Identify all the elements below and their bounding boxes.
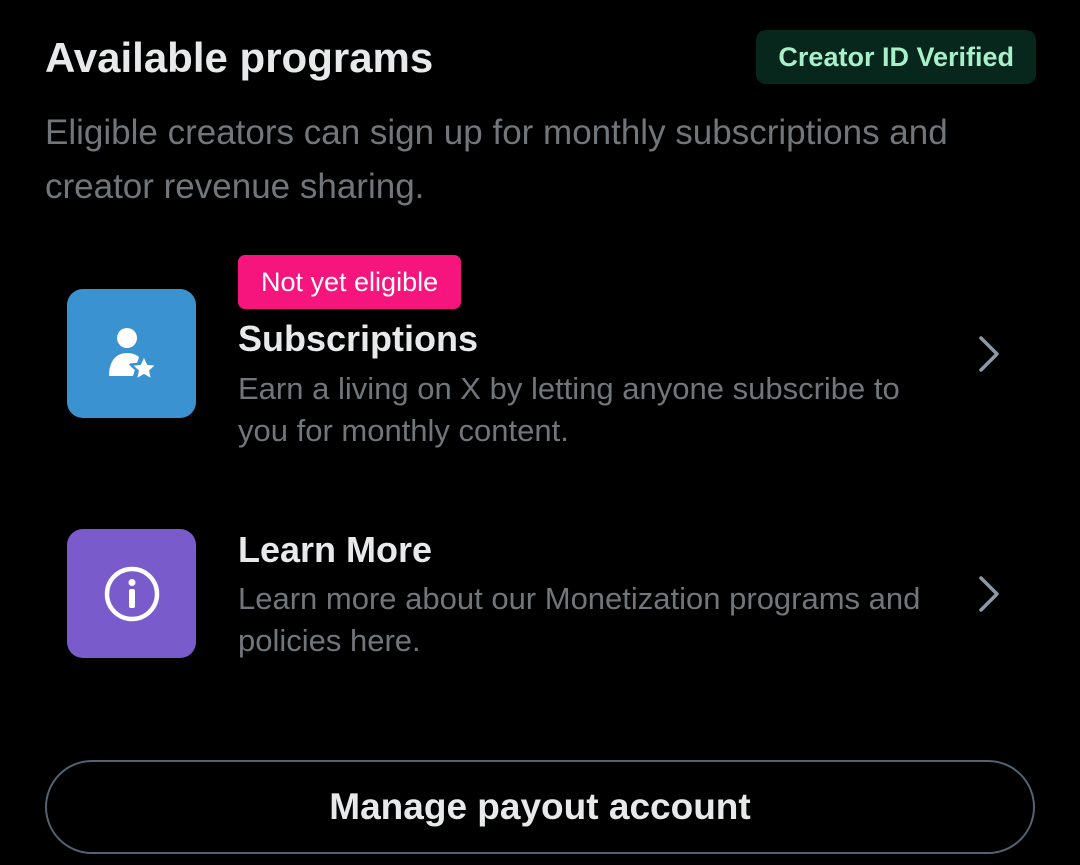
chevron-right-icon	[979, 336, 999, 372]
learn-more-description: Learn more about our Monetization progra…	[238, 581, 921, 658]
programs-header: Available programs Creator ID Verified	[45, 28, 1036, 88]
subscriptions-description: Earn a living on X by letting anyone sub…	[238, 371, 900, 448]
learn-more-title: Learn More	[238, 529, 433, 570]
subscriptions-icon-tile	[67, 289, 196, 418]
chevron-right-icon	[979, 576, 999, 612]
manage-payout-account-button[interactable]: Manage payout account	[45, 760, 1035, 854]
learn-more-program-row[interactable]: Learn More Learn more about our Monetiza…	[45, 525, 1035, 665]
subscriptions-program-row[interactable]: Not yet eligible Subscriptions Earn a li…	[45, 255, 1035, 460]
page-title: Available programs	[45, 34, 434, 81]
creator-id-verified-badge: Creator ID Verified	[756, 30, 1036, 84]
programs-description: Eligible creators can sign up for monthl…	[45, 113, 948, 206]
person-star-icon	[108, 327, 159, 381]
subscriptions-title: Subscriptions	[238, 318, 479, 359]
info-circle-icon	[104, 566, 159, 621]
learn-more-icon-tile	[67, 529, 196, 658]
not-yet-eligible-badge: Not yet eligible	[238, 255, 462, 309]
